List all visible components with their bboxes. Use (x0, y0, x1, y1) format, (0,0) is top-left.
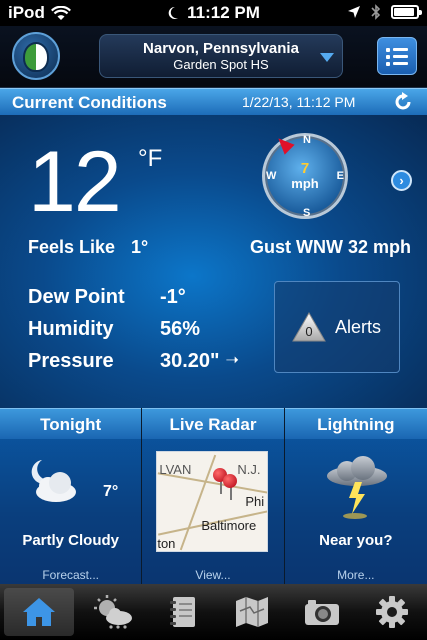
lightning-title: Lightning (284, 408, 427, 439)
wind-direction-pointer (273, 133, 295, 155)
battery-icon (391, 5, 422, 19)
dew-point-row: Dew Point -1° (28, 281, 239, 313)
alerts-button[interactable]: 0 Alerts (274, 281, 400, 373)
app-logo[interactable] (12, 32, 60, 80)
pressure-label: Pressure (28, 350, 114, 372)
lightning-panel[interactable]: Lightning Near you? More... (284, 408, 427, 584)
location-selector[interactable]: Narvon, Pennsylvania Garden Spot HS (99, 34, 343, 78)
tab-maps[interactable] (217, 584, 287, 640)
temperature-value: 12 (28, 134, 122, 230)
list-icon (386, 46, 408, 53)
map-label-nj: N.J. (237, 462, 261, 477)
bluetooth-icon (371, 4, 381, 20)
wind-gust: Gust WNW 32 mph (250, 237, 411, 257)
map-label-state: LVAN (159, 462, 192, 477)
moon-icon (168, 6, 179, 19)
radar-panel[interactable]: Live Radar LVAN N.J. Phi Baltimore ton V… (142, 408, 285, 584)
wind-unit: mph (291, 176, 319, 191)
section-title: Current Conditions (12, 93, 167, 112)
location-city: Narvon, Pennsylvania (143, 40, 299, 57)
map-city-baltimore: Baltimore (201, 518, 257, 533)
weather-icon (93, 595, 132, 629)
tonight-panel[interactable]: Tonight 7° Partly Cloudy Forecast... (0, 408, 143, 584)
status-bar: iPod 11:12 PM (0, 0, 427, 26)
status-time: 11:12 PM (187, 3, 260, 22)
lightning-more-link[interactable]: More... (285, 568, 427, 582)
menu-button[interactable] (377, 37, 417, 75)
dew-point-label: Dew Point (28, 286, 125, 308)
current-conditions-panel[interactable]: 12 °F N E S W 7 mph › Feels Like 1° Gust … (0, 115, 427, 408)
feels-like: Feels Like 1° (28, 237, 148, 258)
tonight-condition: Partly Cloudy (22, 532, 119, 549)
pressure-value: 30.20" (160, 350, 220, 372)
location-station: Garden Spot HS (173, 57, 269, 72)
location-arrow-icon (348, 6, 360, 18)
humidity-value: 56% (160, 318, 201, 340)
tab-camera[interactable] (287, 584, 357, 640)
wind-speed: 7 (300, 160, 310, 177)
battery-fill (394, 8, 414, 16)
radar-map-thumbnail[interactable]: LVAN N.J. Phi Baltimore ton (156, 451, 269, 552)
dew-point-value: -1° (160, 286, 186, 308)
partly-cloudy-night-icon (31, 460, 76, 502)
tonight-title: Tonight (0, 408, 142, 439)
alerts-label: Alerts (335, 316, 382, 337)
thunderstorm-icon (326, 456, 387, 519)
tab-forecast[interactable] (78, 584, 148, 640)
tab-notes[interactable] (148, 584, 218, 640)
radar-title: Live Radar (142, 408, 284, 439)
forecast-link[interactable]: Forecast... (0, 568, 141, 582)
observation-timestamp: 1/22/13, 11:12 PM (242, 94, 356, 110)
feels-like-label: Feels Like (28, 237, 116, 257)
compass-n: N (303, 134, 311, 146)
chevron-right-icon[interactable]: › (391, 170, 412, 191)
gear-icon (376, 596, 409, 628)
radar-view-link[interactable]: View... (142, 568, 283, 582)
chevron-down-icon (320, 53, 334, 62)
conditions-stats: Dew Point -1° Humidity 56% Pressure 30.2… (28, 281, 239, 377)
alerts-count: 0 (305, 324, 313, 339)
wind-compass[interactable]: N E S W 7 mph (262, 133, 348, 219)
map-icon (236, 597, 269, 627)
pressure-trend-icon: ➝ (225, 352, 239, 369)
map-city-philadelphia: Phi (245, 494, 265, 509)
temperature-unit: °F (138, 145, 163, 172)
refresh-icon[interactable] (392, 91, 414, 113)
warning-icon: 0 (291, 311, 327, 343)
humidity-label: Humidity (28, 318, 114, 340)
ladybug-logo-icon (23, 42, 49, 72)
current-conditions-header: Current Conditions 1/22/13, 11:12 PM (0, 88, 427, 115)
feels-like-value: 1° (131, 237, 149, 257)
home-icon (22, 598, 55, 626)
feature-panels: Tonight 7° Partly Cloudy Forecast... Liv… (0, 408, 427, 584)
pressure-row: Pressure 30.20" ➝ (28, 345, 239, 377)
map-city-washington: ton (157, 536, 176, 551)
humidity-row: Humidity 56% (28, 313, 239, 345)
app-header: Narvon, Pennsylvania Garden Spot HS (0, 26, 427, 88)
tab-home[interactable] (4, 588, 74, 636)
tab-settings[interactable] (357, 584, 427, 640)
camera-icon (305, 600, 340, 625)
status-right (347, 4, 422, 20)
lightning-question: Near you? (319, 532, 393, 549)
tonight-temp: 7° (103, 483, 119, 500)
compass-s: S (303, 207, 311, 219)
notebook-icon (169, 597, 195, 627)
tab-bar (0, 584, 427, 640)
